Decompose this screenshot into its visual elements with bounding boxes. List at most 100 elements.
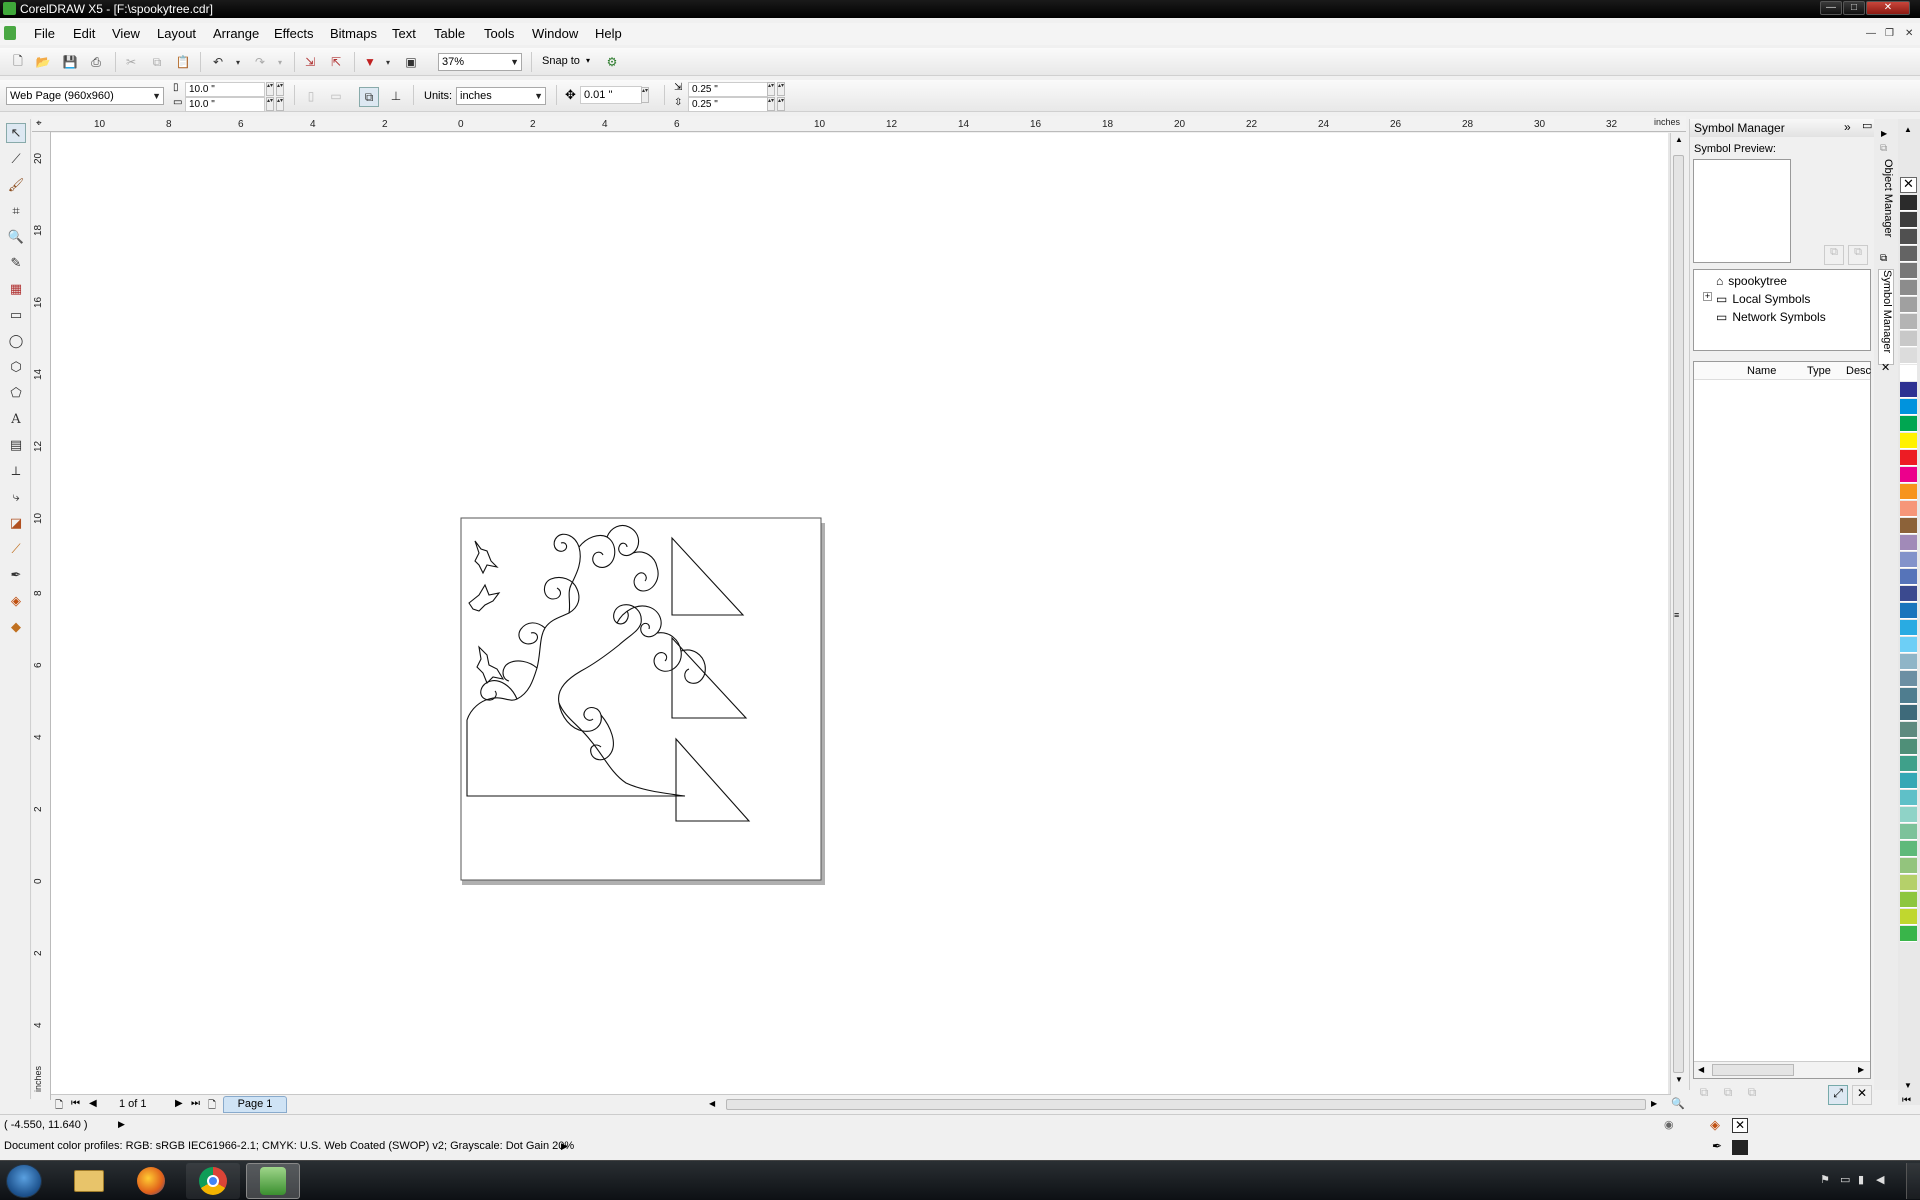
import-icon[interactable]: ⇲ [302, 54, 318, 70]
color-swatch[interactable] [1900, 518, 1917, 534]
color-profiles-text[interactable]: Document color profiles: RGB: sRGB IEC61… [4, 1140, 574, 1152]
color-swatch[interactable] [1900, 824, 1917, 840]
undo-icon[interactable]: ↶ [210, 54, 226, 70]
color-swatch[interactable] [1900, 280, 1917, 296]
color-swatch[interactable] [1900, 892, 1917, 908]
scroll-right-icon[interactable]: ▶ [1651, 1099, 1657, 1108]
color-swatch[interactable] [1900, 263, 1917, 279]
paste-icon[interactable]: 📋 [175, 54, 191, 70]
ruler-origin-icon[interactable]: ⌖ [36, 118, 42, 129]
preview-action-icon[interactable]: ⧉ [1824, 245, 1844, 265]
page-width-spinner[interactable]: ▴▾ [266, 82, 274, 96]
color-swatch[interactable] [1900, 722, 1917, 738]
add-page-after-icon[interactable]: 🗋 [208, 1098, 216, 1115]
snap-to-dropdown-icon[interactable]: ▾ [586, 56, 590, 65]
symbol-action-icon-3[interactable]: ⧉ [1742, 1085, 1762, 1105]
color-swatch[interactable] [1900, 841, 1917, 857]
tree-item-local-symbols[interactable]: ▭ Local Symbols [1716, 292, 1810, 306]
fill-none-swatch[interactable]: ✕ [1732, 1118, 1748, 1133]
color-swatch[interactable] [1900, 552, 1917, 568]
duplicate-x-spinner[interactable]: ▴▾ [767, 82, 775, 96]
palette-scroll-up-icon[interactable]: ▲ [1904, 125, 1912, 134]
pick-tool-icon[interactable]: ↖ [6, 123, 26, 143]
color-swatch[interactable] [1900, 450, 1917, 466]
color-swatch[interactable] [1900, 926, 1917, 942]
status-expand-icon[interactable]: ▶ [118, 1119, 125, 1130]
options-icon[interactable]: ⚙ [604, 54, 620, 70]
print-icon[interactable]: ⎙ [88, 54, 104, 70]
close-docker-icon[interactable]: ✕ [1881, 361, 1890, 374]
color-swatch[interactable] [1900, 416, 1917, 432]
basic-shapes-icon[interactable]: ⬠ [6, 383, 26, 403]
color-swatch[interactable] [1900, 909, 1917, 925]
fill-tool-icon[interactable]: ◈ [6, 591, 26, 611]
application-launcher-icon[interactable]: ▼ [362, 54, 378, 70]
next-page-icon[interactable]: ▶ [175, 1098, 183, 1109]
color-swatch[interactable] [1900, 212, 1917, 228]
network-icon[interactable]: ▮ [1858, 1173, 1864, 1186]
document-icon[interactable] [4, 26, 16, 40]
color-swatch[interactable] [1900, 756, 1917, 772]
table-tool-icon[interactable]: ▤ [6, 435, 26, 455]
drawing-canvas[interactable] [51, 133, 1671, 1094]
color-swatch[interactable] [1900, 586, 1917, 602]
taskbar-coreldraw[interactable] [246, 1163, 300, 1199]
page-preset-combo[interactable]: Web Page (960x960) ▼ [6, 87, 164, 105]
column-type[interactable]: Type [1807, 365, 1831, 377]
vertical-ruler[interactable]: 20 18 16 14 12 10 8 6 4 2 0 2 4 inches [32, 132, 51, 1100]
units-combo[interactable]: inches ▼ [456, 87, 546, 105]
blend-tool-icon[interactable]: ◪ [6, 513, 26, 533]
outline-color-swatch[interactable] [1732, 1140, 1748, 1155]
color-swatch[interactable] [1900, 637, 1917, 653]
menu-bitmaps[interactable]: Bitmaps [330, 26, 377, 41]
maximize-button[interactable]: □ [1843, 1, 1865, 15]
doc-close-icon[interactable]: ✕ [1905, 28, 1913, 39]
start-button[interactable] [6, 1164, 42, 1198]
taskbar-firefox[interactable] [124, 1163, 178, 1199]
doc-restore-icon[interactable]: ❐ [1885, 28, 1894, 39]
ellipse-tool-icon[interactable]: ◯ [6, 331, 26, 351]
tree-item-network-symbols[interactable]: ▭ Network Symbols [1716, 310, 1826, 324]
connector-tool-icon[interactable]: ⤷ [6, 487, 26, 507]
page-height-field[interactable]: 10.0 " [185, 97, 265, 112]
page-height-spinner-2[interactable]: ▴▾ [276, 97, 284, 111]
crop-tool-icon[interactable]: ⌗ [6, 201, 26, 221]
color-swatch[interactable] [1900, 331, 1917, 347]
page-height-spinner[interactable]: ▴▾ [266, 97, 274, 111]
color-swatch[interactable] [1900, 297, 1917, 313]
color-swatch[interactable] [1900, 382, 1917, 398]
color-swatch[interactable] [1900, 705, 1917, 721]
freehand-tool-icon[interactable]: ✎ [6, 253, 26, 273]
color-swatch[interactable] [1900, 535, 1917, 551]
menu-tools[interactable]: Tools [484, 26, 514, 41]
color-swatch[interactable] [1900, 858, 1917, 874]
close-button[interactable]: ✕ [1866, 1, 1910, 15]
tab-page-1[interactable]: Page 1 [223, 1096, 287, 1113]
menu-edit[interactable]: Edit [73, 26, 95, 41]
duplicate-x-spinner-2[interactable]: ▴▾ [777, 82, 785, 96]
color-swatch[interactable] [1900, 739, 1917, 755]
scroll-left-icon[interactable]: ◀ [1698, 1065, 1704, 1074]
portrait-icon[interactable]: ⧉ [359, 87, 379, 107]
scale-symbols-icon[interactable]: ⤢ [1828, 1085, 1848, 1105]
list-scroll-thumb[interactable] [1712, 1064, 1794, 1076]
landscape-icon[interactable]: ⊥ [388, 88, 404, 104]
menu-view[interactable]: View [112, 26, 140, 41]
cut-icon[interactable]: ✂ [123, 54, 139, 70]
current-page-icon[interactable]: ▭ [328, 88, 344, 104]
color-swatch[interactable] [1900, 348, 1917, 364]
menu-text[interactable]: Text [392, 26, 416, 41]
last-page-icon[interactable]: ⏭ [191, 1098, 200, 1109]
add-page-icon[interactable]: 🗋 [55, 1098, 63, 1115]
rectangle-tool-icon[interactable]: ▭ [6, 305, 26, 325]
menu-file[interactable]: File [34, 26, 55, 41]
palette-scroll-down-icon[interactable]: ▼ [1904, 1081, 1912, 1090]
column-name[interactable]: Name [1747, 365, 1776, 377]
smart-fill-icon[interactable]: ▦ [6, 279, 26, 299]
copy-icon[interactable]: ⧉ [149, 54, 165, 70]
interactive-fill-icon[interactable]: ◆ [6, 617, 26, 637]
menu-layout[interactable]: Layout [157, 26, 196, 41]
color-swatch[interactable] [1900, 433, 1917, 449]
menu-table[interactable]: Table [434, 26, 465, 41]
profiles-expand-icon[interactable]: ▶ [561, 1141, 568, 1152]
